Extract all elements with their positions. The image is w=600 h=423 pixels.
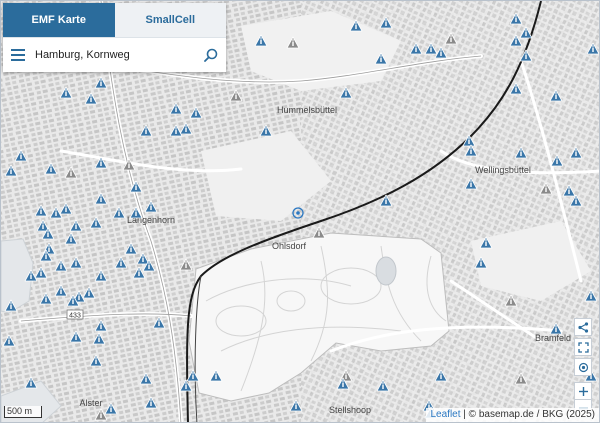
label-stellshoop: Stellshoop	[329, 405, 371, 415]
svg-text:433: 433	[69, 313, 81, 320]
tab-bar: EMF Karte SmallCell	[3, 3, 226, 37]
fullscreen-icon[interactable]	[574, 338, 592, 356]
map-attribution: Leaflet | © basemap.de / BKG (2025)	[426, 408, 599, 422]
tab-smallcell[interactable]: SmallCell	[114, 3, 226, 37]
scale-bar: 500 m	[4, 406, 42, 418]
search-icon[interactable]	[196, 38, 226, 72]
map-controls	[574, 318, 592, 418]
label-ohlsdorf: Ohlsdorf	[272, 241, 307, 251]
label-alster: Alster	[79, 398, 102, 408]
label-wellingsbuettel: Wellingsbüttel	[475, 165, 531, 175]
search-input[interactable]	[33, 49, 196, 61]
zoom-in-icon[interactable]	[574, 382, 592, 400]
leaflet-link[interactable]: Leaflet	[430, 409, 460, 420]
label-huemmelsbuettel: Hummelsbüttel	[277, 105, 337, 115]
attribution-separator: |	[460, 409, 469, 420]
cemetery-pond	[375, 256, 397, 286]
hamburger-menu-icon[interactable]	[3, 38, 33, 72]
locate-icon[interactable]	[574, 358, 592, 376]
search-bar	[3, 37, 226, 72]
search-panel: EMF Karte SmallCell	[3, 3, 226, 72]
label-bramfeld: Bramfeld	[535, 333, 571, 343]
tab-emf-karte[interactable]: EMF Karte	[3, 3, 115, 37]
share-icon[interactable]	[574, 318, 592, 336]
attribution-source: © basemap.de / BKG (2025)	[468, 409, 595, 420]
road-shield-433: 433	[66, 309, 84, 320]
